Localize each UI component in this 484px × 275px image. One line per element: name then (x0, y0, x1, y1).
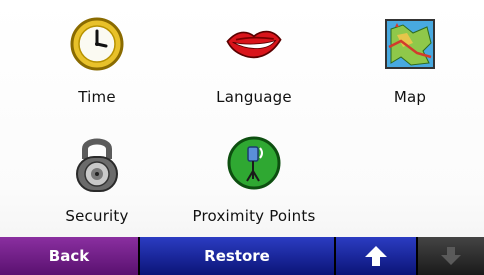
menu-item-proximity-points[interactable]: Proximity Points (184, 133, 324, 225)
menu-item-time-label: Time (78, 88, 116, 106)
menu-item-security-label: Security (65, 207, 129, 225)
bottom-toolbar: Back Restore (0, 237, 484, 275)
clock-icon (67, 14, 127, 74)
menu-item-language[interactable]: Language (199, 14, 309, 106)
menu-item-proximity-points-label: Proximity Points (192, 207, 316, 225)
menu-item-time[interactable]: Time (51, 14, 143, 106)
padlock-icon (67, 133, 127, 193)
arrow-up-icon (365, 246, 387, 266)
back-button-label: Back (48, 247, 90, 265)
map-icon (380, 14, 440, 74)
restore-button-label: Restore (204, 247, 270, 265)
menu-item-language-label: Language (216, 88, 292, 106)
lips-icon (224, 14, 284, 74)
back-button[interactable]: Back (0, 237, 140, 275)
settings-screen: Time Language Map Security Proximity Poi… (0, 0, 484, 275)
restore-button[interactable]: Restore (140, 237, 336, 275)
menu-item-security[interactable]: Security (51, 133, 143, 225)
menu-item-map-label: Map (393, 88, 427, 106)
menu-item-map[interactable]: Map (373, 14, 447, 106)
scroll-down-button (418, 237, 484, 275)
scroll-up-button[interactable] (336, 237, 418, 275)
arrow-down-icon (441, 247, 461, 265)
proximity-alert-icon (224, 133, 284, 193)
